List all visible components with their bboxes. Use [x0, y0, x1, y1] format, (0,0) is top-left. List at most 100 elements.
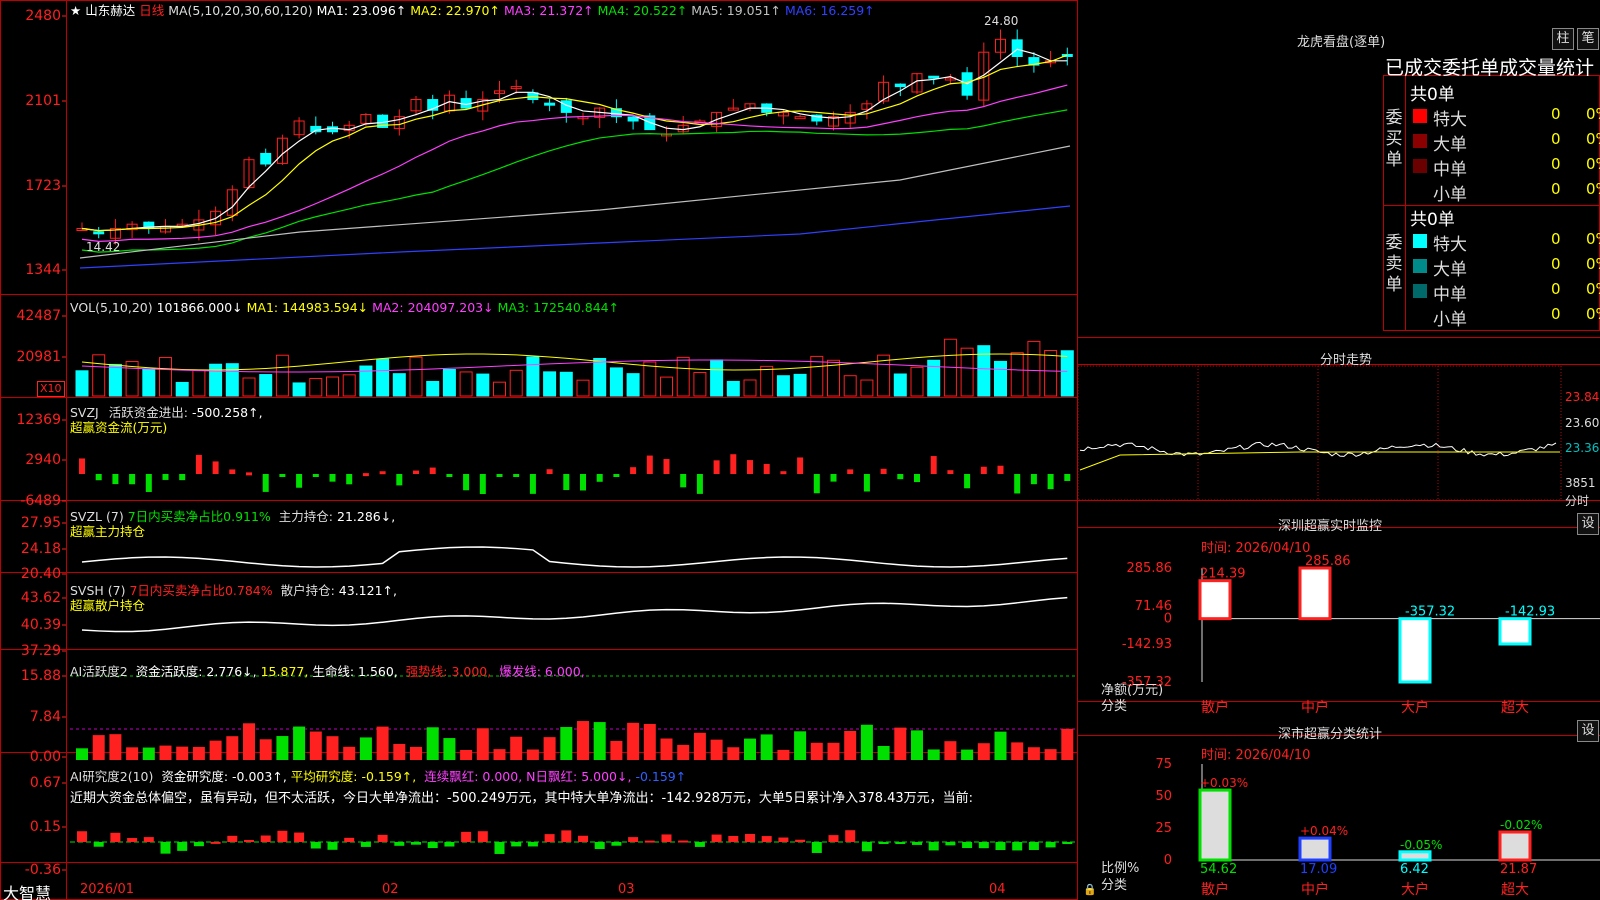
research-bar [227, 835, 238, 842]
active-bar [977, 743, 990, 760]
vol-ma-name-3: MA3: [493, 300, 530, 315]
brand-logo: 大智慧 [3, 884, 52, 900]
active-bar [76, 748, 88, 760]
research-bar [678, 840, 689, 843]
sz-monitor-category-1: 散户 [1201, 699, 1229, 716]
research-bar [160, 842, 171, 854]
avg-research-field: 平均研究度: [290, 769, 358, 784]
research-bar [360, 842, 371, 847]
volume-bar [392, 373, 406, 397]
sz-monitor-settings-button[interactable]: 设 [1577, 513, 1599, 535]
svsh-subtitle: 超赢散户持仓 [70, 598, 146, 613]
fund-flow-bar [296, 474, 303, 488]
research-bar [878, 842, 889, 844]
sz-monitor-y-tick-4: -142.93 [1122, 637, 1172, 652]
continuous-red-value: 0.000, [482, 769, 523, 784]
row-percent: 0% [1586, 255, 1600, 273]
fund-flow-bar [847, 469, 854, 474]
fund-flow-bar [513, 474, 520, 477]
research-bar [461, 831, 472, 842]
research-bar [93, 842, 104, 847]
active-bar [493, 749, 506, 760]
research-bar [861, 842, 872, 852]
svzl-y-tick-3: 20.40 [21, 566, 61, 582]
charts-canvas[interactable]: 2480 2101 1723 1344 42487 20981 12369 2940 -6489… [0, 0, 1600, 900]
sz-class-change-2: +0.04% [1300, 824, 1348, 838]
sell-row-3: 中单 0 0% [1406, 279, 1600, 305]
ma-name-1: MA1: [316, 3, 349, 18]
star-icon[interactable]: ★ [70, 3, 81, 18]
volume-bar [493, 381, 506, 397]
fund-flow-bar [262, 474, 269, 492]
candle-body [894, 83, 906, 88]
low-price-label: 14.42 [86, 240, 121, 254]
sz-monitor-bar-3 [1398, 617, 1432, 684]
lifeline-field: 生命线: [312, 664, 355, 679]
high-price-label: 24.80 [984, 14, 1019, 28]
active-bar [309, 731, 322, 760]
research-bar [193, 842, 204, 847]
active-bar [844, 730, 857, 760]
volume-bar [743, 379, 757, 397]
active-bar [443, 738, 456, 760]
fund-flow-bar [730, 454, 737, 474]
research-bar [310, 842, 321, 849]
tick-mode-button[interactable]: 笔 [1577, 28, 1599, 50]
row-name: 特大 [1433, 110, 1467, 130]
volume-bar [927, 359, 941, 397]
fund-flow-bar [429, 467, 436, 474]
fund-flow-bar [713, 460, 720, 474]
ai-research-y-tick-2: 0.15 [30, 819, 61, 835]
ma-params: MA(5,10,20,30,60,120) [168, 3, 313, 18]
volume-bar [1044, 350, 1058, 397]
volume-bar [676, 356, 690, 397]
sz-class-category-2: 中户 [1301, 881, 1329, 898]
ma5-line [79, 145, 1071, 259]
sz-class-category-1: 散户 [1201, 881, 1229, 898]
row-count: 0 [1551, 230, 1561, 248]
vol-value: 101866.000↓ [156, 300, 243, 315]
bar-mode-button[interactable]: 柱 [1552, 28, 1574, 50]
svzj-header: SVZJ 活跃资金进出: -500.258↑, 超赢资金流(万元) [70, 405, 263, 435]
sz-monitor-bar-4 [1498, 617, 1532, 646]
volume-bar [710, 359, 724, 397]
sz-class-y-tick-4: 0 [1164, 853, 1172, 868]
volume-bar [526, 356, 540, 397]
fund-flow-bar [145, 474, 152, 492]
sz-class-y-tick-1: 75 [1155, 757, 1172, 772]
ai-active-y-tick-3: 0.00 [30, 749, 61, 765]
research-bar [1012, 842, 1023, 851]
svsh-y-tick-1: 43.62 [21, 590, 61, 606]
active-bar [710, 739, 723, 760]
row-count: 0 [1551, 105, 1561, 123]
svzj-name: SVZJ [70, 405, 99, 420]
ma-name-2: MA2: [406, 3, 442, 18]
period-label[interactable]: 日线 [139, 3, 164, 18]
svzl-y-tick-1: 27.95 [21, 515, 61, 531]
fund-flow-bar [980, 466, 987, 474]
research-bar [795, 839, 806, 842]
volume-bar [409, 356, 423, 397]
row-name: 大单 [1433, 135, 1467, 155]
ma-value-1: 23.096↑ [348, 3, 407, 18]
fund-flow-bar [997, 465, 1004, 474]
active-bar [259, 739, 272, 760]
app-window: 2480 2101 1723 1344 42487 20981 12369 2940 -6489… [0, 0, 1600, 900]
active-bar [610, 740, 623, 760]
sz-class-xlabel: 分类 [1101, 878, 1128, 893]
active-bar [109, 734, 122, 760]
active-bar [359, 737, 372, 760]
active-bar [510, 736, 523, 760]
row-name: 小单 [1433, 310, 1467, 330]
sz-class-settings-button[interactable]: 设 [1577, 720, 1599, 742]
lock-icon[interactable]: 🔒 [1083, 883, 1097, 896]
research-bar [110, 832, 121, 842]
svzj-subtitle: 超赢资金流(万元) [70, 420, 168, 435]
fund-flow-bar [329, 474, 336, 482]
ma-value-5: 19.051↑ [722, 3, 781, 18]
sz-class-value-4: 21.87 [1500, 862, 1537, 877]
volume-bar [543, 371, 557, 397]
active-bar [911, 730, 923, 760]
ai-active-value: 2.776↓, [206, 664, 257, 679]
active-bar [1027, 747, 1040, 760]
